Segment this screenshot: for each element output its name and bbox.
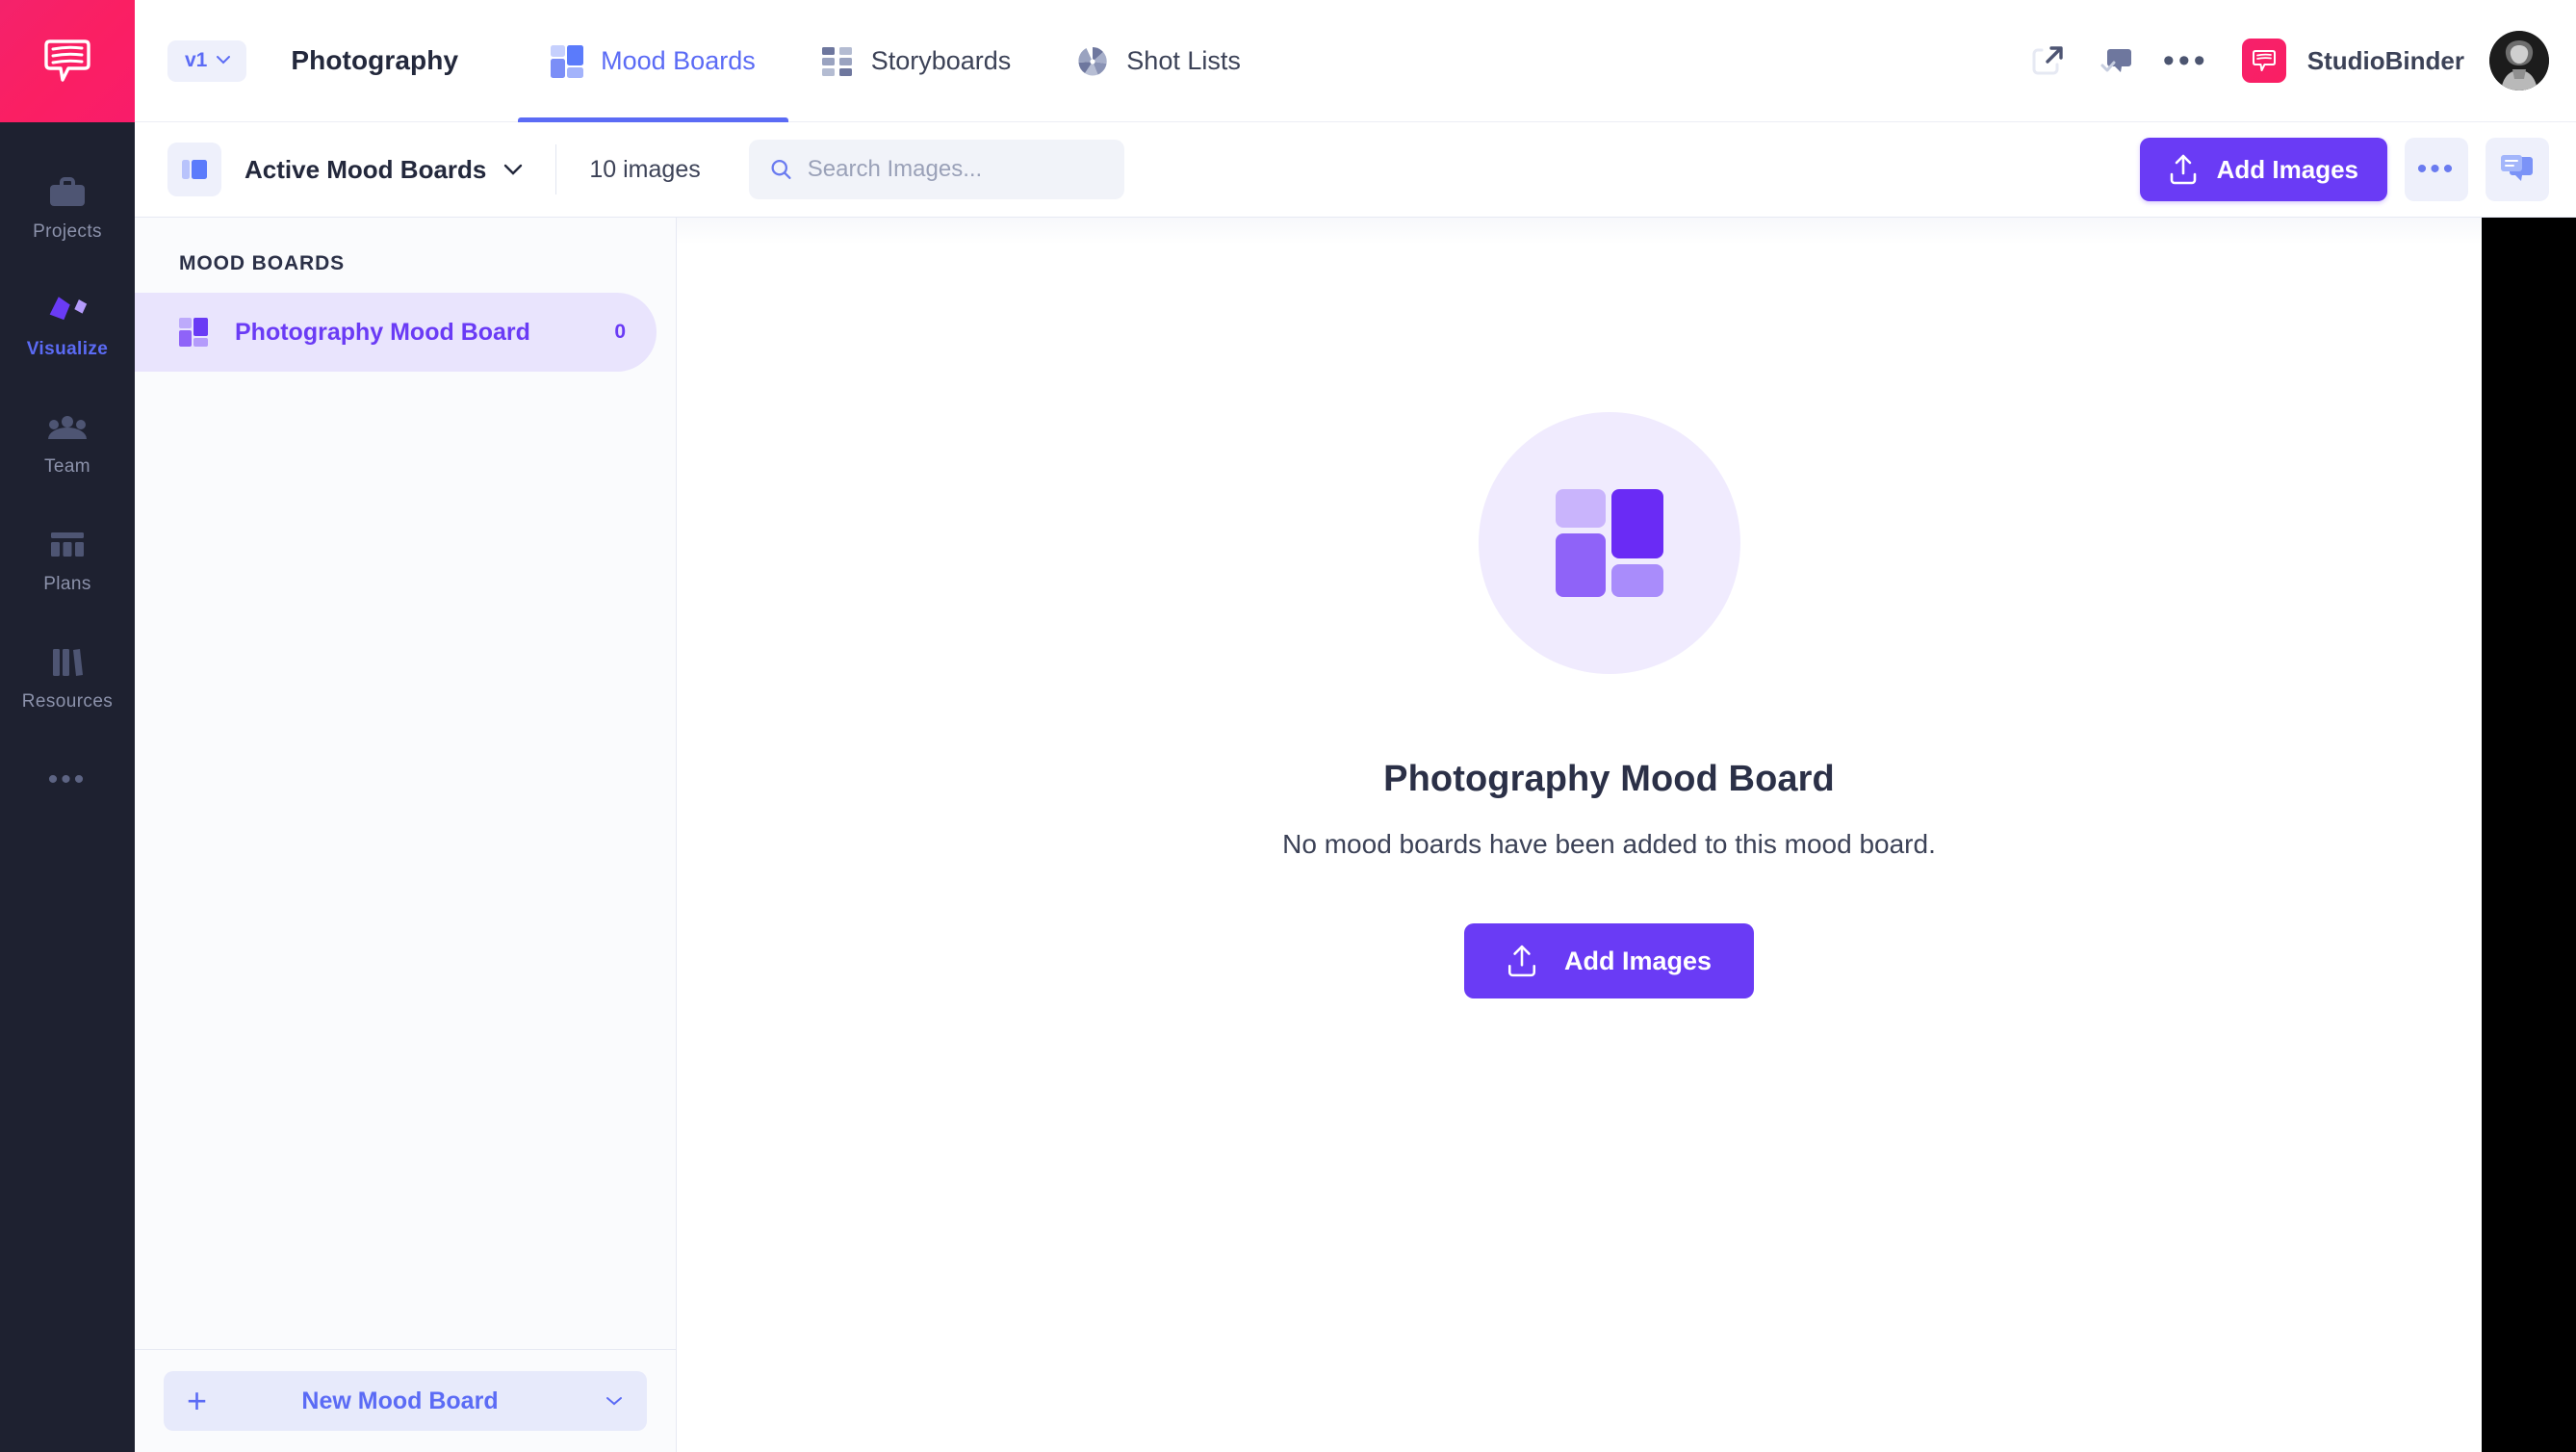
main-area: v1 Photography Mood Boards Storyboards S… xyxy=(135,0,2576,1452)
empty-state-button-label: Add Images xyxy=(1563,946,1713,975)
account-name[interactable]: StudioBinder xyxy=(2307,46,2464,76)
more-options-icon[interactable]: ••• xyxy=(2151,26,2221,95)
image-count: 10 images xyxy=(589,155,701,183)
studiobinder-badge-icon[interactable] xyxy=(2241,39,2286,83)
share-icon[interactable] xyxy=(2013,26,2082,95)
search-input-wrapper[interactable] xyxy=(748,140,1124,199)
app-logo[interactable] xyxy=(0,0,135,122)
mood-board-canvas: Photography Mood Board No mood boards ha… xyxy=(677,218,2576,1452)
sidebar-item-projects[interactable]: Projects xyxy=(0,149,135,267)
empty-state-illustration xyxy=(1478,412,1740,674)
studiobinder-speech-bubble-logo xyxy=(44,39,90,82)
list-item-label: Photography Mood Board xyxy=(235,318,530,346)
briefcase-icon xyxy=(46,173,89,212)
tab-label: Shot Lists xyxy=(1126,46,1241,75)
chevron-down-icon[interactable] xyxy=(605,1395,624,1407)
mood-boards-list-panel: MOOD BOARDS Photography Mood Board 0 + N… xyxy=(135,218,677,1452)
comments-icon[interactable] xyxy=(2486,138,2549,201)
sidebar-item-visualize[interactable]: Visualize xyxy=(0,267,135,384)
list-panel-header: MOOD BOARDS xyxy=(179,252,346,274)
top-bar-actions: ••• StudioBinder xyxy=(2013,0,2549,121)
tab-label: Mood Boards xyxy=(601,46,756,75)
storyboard-grid-icon xyxy=(821,45,854,78)
more-options-label: ••• xyxy=(2162,42,2209,79)
sidebar-more-button[interactable]: ••• xyxy=(0,737,135,823)
content-toolbar: Active Mood Boards 10 images Search Imag… xyxy=(135,122,2576,218)
search-input[interactable] xyxy=(807,156,1103,183)
primary-nav-rail: Projects Visualize Team Plans Resources … xyxy=(0,0,135,1452)
tab-shot-lists[interactable]: Shot Lists xyxy=(1043,0,1274,122)
top-bar: v1 Photography Mood Boards Storyboards S… xyxy=(135,0,2576,122)
sidebar-item-label: Resources xyxy=(21,691,114,712)
sidebar-item-label: Plans xyxy=(43,574,91,594)
canvas-top-shadow xyxy=(677,218,2576,245)
diamonds-icon xyxy=(46,291,89,329)
version-label: v1 xyxy=(185,48,208,71)
right-edge-panel xyxy=(2482,218,2576,1452)
sidebar-item-resources[interactable]: Resources xyxy=(0,619,135,737)
sidebar-item-plans[interactable]: Plans xyxy=(0,502,135,619)
list-item[interactable]: Photography Mood Board 0 xyxy=(135,293,657,372)
mood-boards-list: Photography Mood Board 0 xyxy=(135,293,676,1349)
toolbar-more-button[interactable]: ••• xyxy=(2405,138,2468,201)
tab-storyboards[interactable]: Storyboards xyxy=(788,0,1044,122)
books-icon xyxy=(46,643,89,682)
new-mood-board-button[interactable]: + New Mood Board xyxy=(164,1371,647,1431)
mood-board-icon xyxy=(551,44,584,78)
empty-state: Photography Mood Board No mood boards ha… xyxy=(1282,412,1936,998)
mood-board-filter-dropdown[interactable]: Active Mood Boards xyxy=(245,155,523,185)
content-body: MOOD BOARDS Photography Mood Board 0 + N… xyxy=(135,218,2576,1452)
add-images-button[interactable]: Add Images xyxy=(2139,138,2387,201)
toolbar-divider xyxy=(555,144,557,194)
version-selector[interactable]: v1 xyxy=(167,39,247,82)
mood-board-large-icon xyxy=(1555,489,1663,597)
mood-board-icon xyxy=(179,318,208,347)
new-mood-board-label: New Mood Board xyxy=(301,1387,499,1414)
filter-label: Active Mood Boards xyxy=(245,154,487,184)
search-icon xyxy=(771,159,791,180)
sidebar-item-label: Projects xyxy=(33,221,102,242)
comment-check-icon[interactable] xyxy=(2082,26,2151,95)
upload-icon xyxy=(1507,945,1535,977)
list-item-count: 0 xyxy=(614,321,626,343)
chevron-down-icon xyxy=(504,164,523,175)
upload-icon xyxy=(2170,154,2196,185)
empty-state-add-images-button[interactable]: Add Images xyxy=(1463,923,1755,998)
add-images-label: Add Images xyxy=(2216,154,2358,184)
people-icon xyxy=(46,408,89,447)
calendar-bars-icon xyxy=(46,526,89,564)
page-title: Photography xyxy=(291,45,459,75)
aperture-icon xyxy=(1076,45,1109,78)
chevron-down-icon xyxy=(217,56,231,65)
content-tabs: Mood Boards Storyboards Shot Lists xyxy=(518,0,1274,122)
list-panel-footer: + New Mood Board xyxy=(135,1349,676,1452)
tab-mood-boards[interactable]: Mood Boards xyxy=(518,0,788,122)
avatar[interactable] xyxy=(2489,31,2549,91)
sidebar-item-label: Visualize xyxy=(26,339,109,359)
empty-state-subtitle: No mood boards have been added to this m… xyxy=(1282,829,1936,859)
app-root: Projects Visualize Team Plans Resources … xyxy=(0,0,2576,1452)
more-options-label: ••• xyxy=(2416,153,2457,185)
sidebar-item-label: Team xyxy=(43,456,91,477)
sidebar-item-team[interactable]: Team xyxy=(0,384,135,502)
empty-state-title: Photography Mood Board xyxy=(1383,759,1835,799)
toolbar-actions: Add Images ••• xyxy=(2139,138,2549,201)
panel-toggle-icon[interactable] xyxy=(167,143,221,196)
rail-item-list: Projects Visualize Team Plans Resources … xyxy=(0,122,135,823)
tab-label: Storyboards xyxy=(870,46,1012,75)
